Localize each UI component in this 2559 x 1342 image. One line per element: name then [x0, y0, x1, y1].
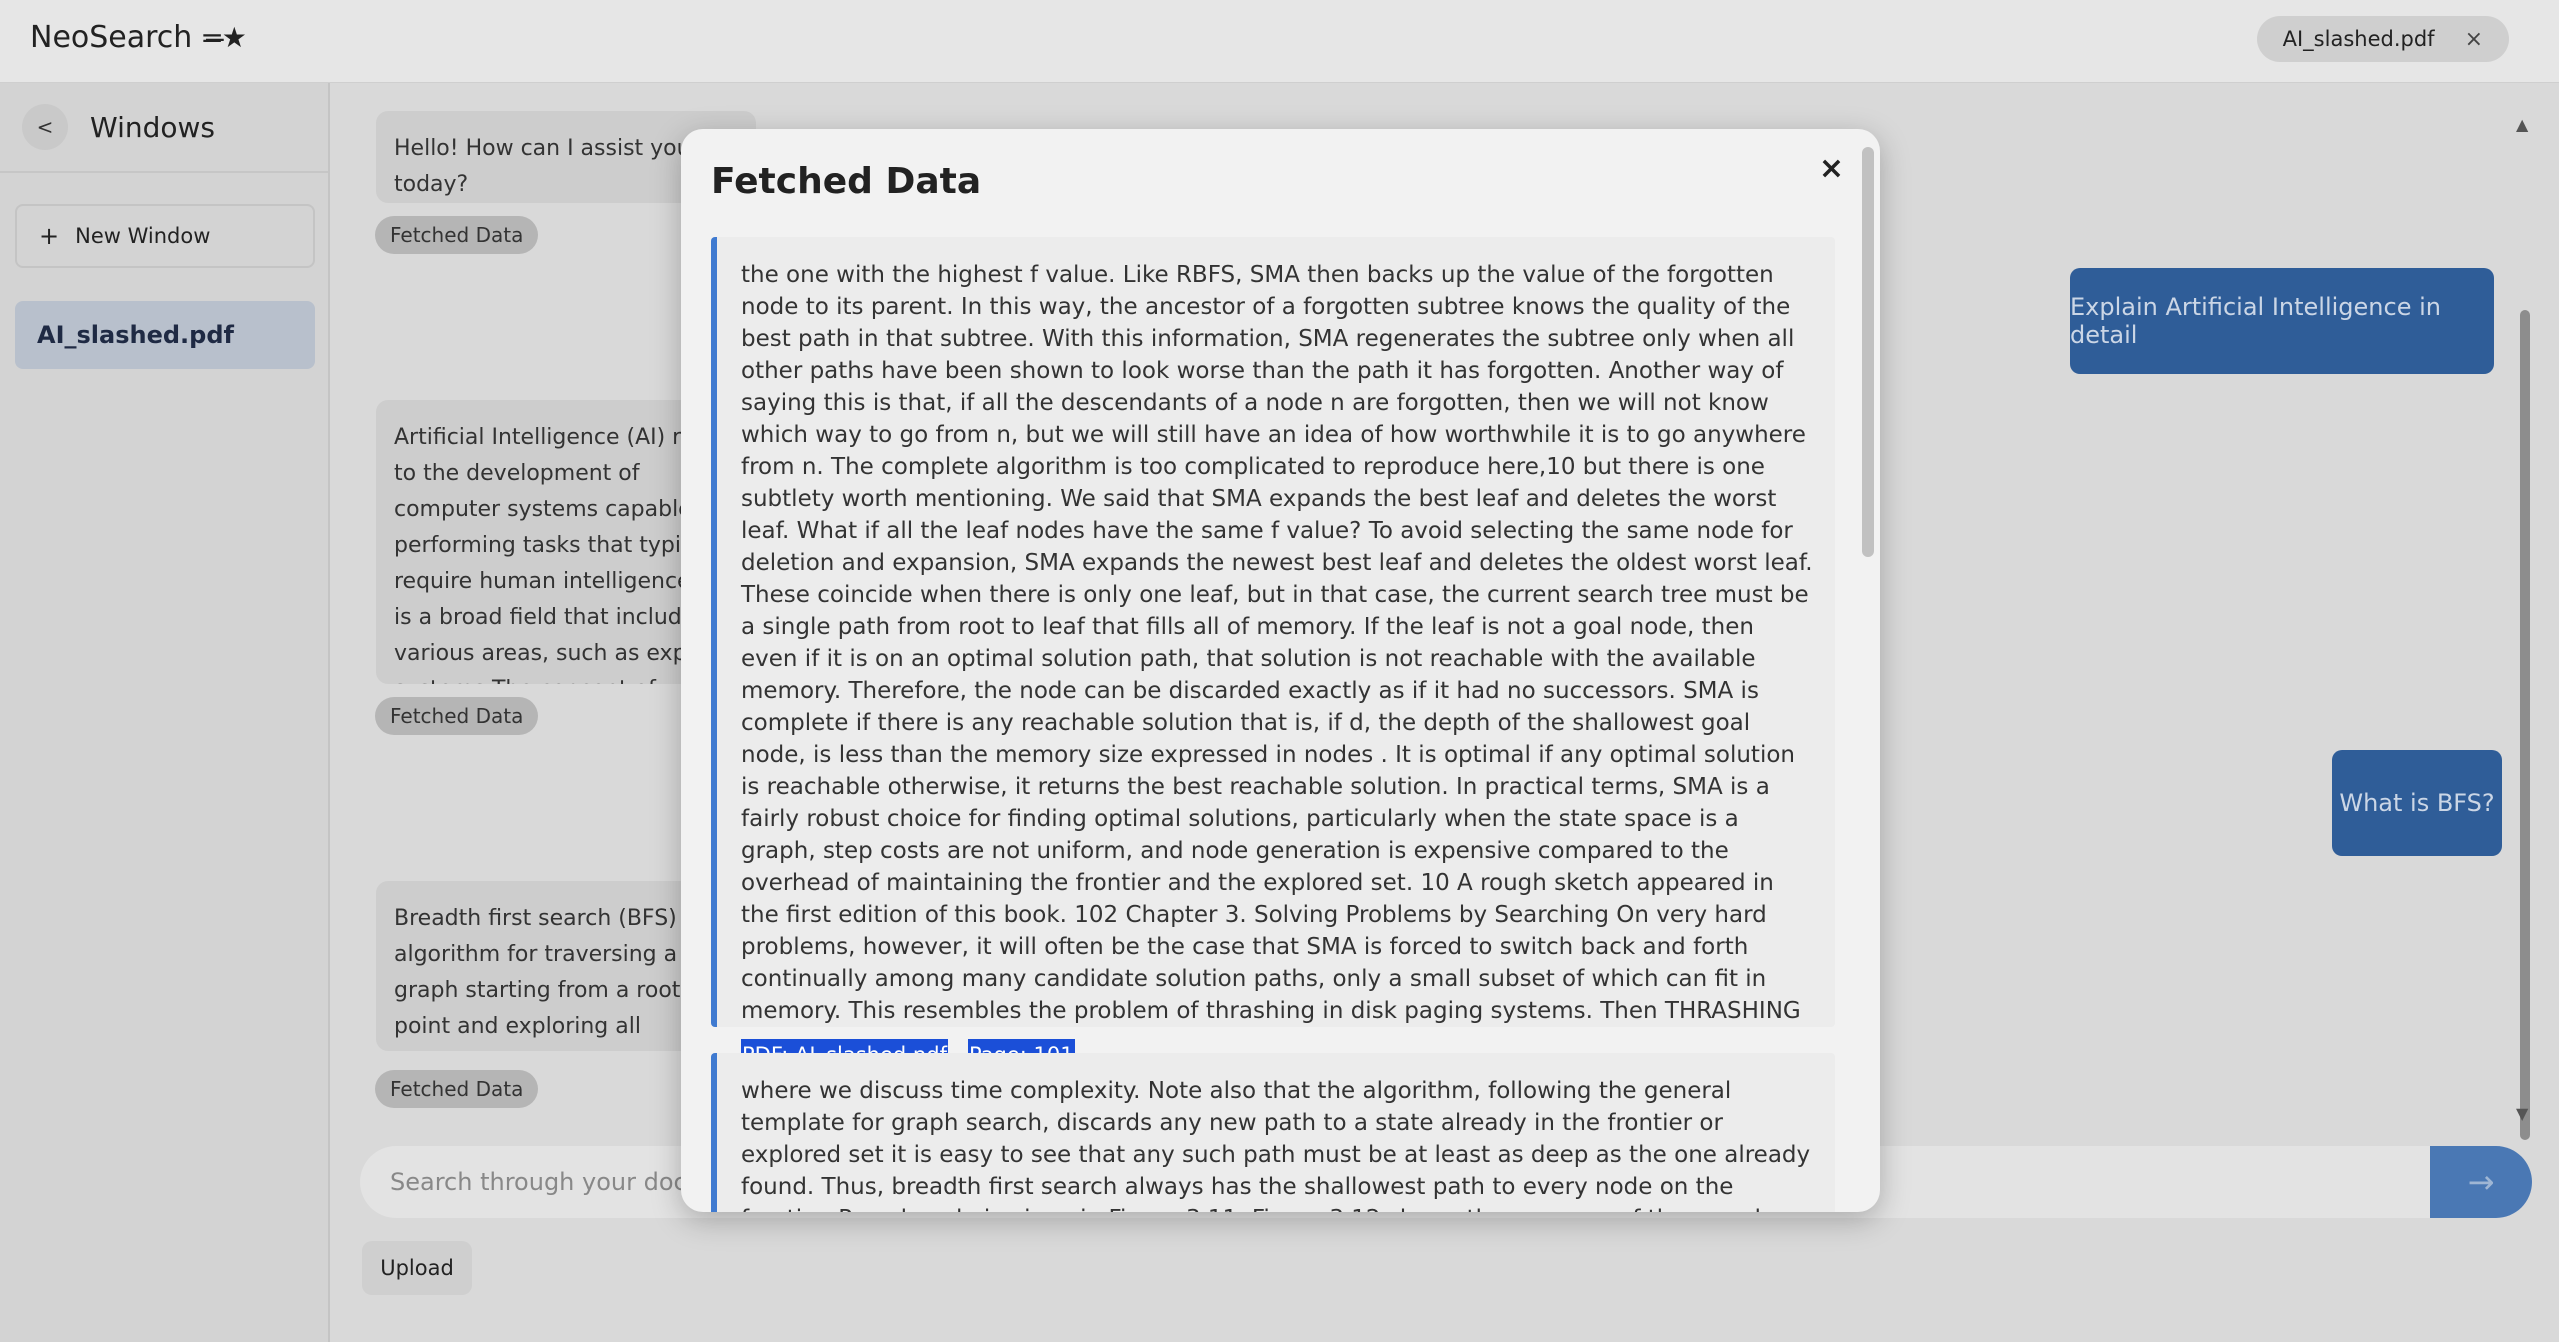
sidebar: < Windows + New Window AI_slashed.pdf	[0, 83, 330, 1342]
modal-title: Fetched Data	[711, 161, 982, 202]
scrollbar-thumb[interactable]	[2520, 310, 2530, 1140]
app-name: NeoSearch	[30, 20, 193, 55]
fetched-data-modal: Fetched Data × the one with the highest …	[681, 129, 1880, 1212]
scroll-down-icon[interactable]: ▼	[2516, 1104, 2528, 1123]
user-message: Explain Artificial Intelligence in detai…	[2070, 268, 2494, 374]
fetched-data-chip[interactable]: Fetched Data	[375, 697, 539, 735]
close-icon[interactable]: ×	[2465, 27, 2483, 52]
app-title: NeoSearch =̶★	[30, 20, 247, 55]
logo-icon: =̶★	[200, 21, 247, 54]
fetched-data-chip[interactable]: Fetched Data	[375, 216, 539, 254]
top-bar: NeoSearch =̶★ AI_slashed.pdf ×	[0, 0, 2559, 83]
new-window-button[interactable]: + New Window	[15, 204, 315, 268]
user-message: What is BFS?	[2332, 750, 2502, 856]
entry-text: where we discuss time complexity. Note a…	[741, 1078, 1811, 1212]
back-button[interactable]: <	[22, 104, 68, 150]
fetched-entry: where we discuss time complexity. Note a…	[711, 1053, 1835, 1212]
plus-icon: +	[39, 222, 60, 250]
upload-button[interactable]: Upload	[362, 1241, 472, 1295]
entry-text: the one with the highest f value. Like R…	[741, 262, 1813, 1024]
document-tab-label: AI_slashed.pdf	[2282, 27, 2435, 51]
new-window-label: New Window	[75, 224, 211, 248]
document-tab[interactable]: AI_slashed.pdf ×	[2256, 16, 2509, 62]
chat-scrollbar[interactable]: ▲ ▼	[2512, 115, 2536, 1140]
modal-scrollbar[interactable]	[1862, 147, 1874, 557]
sidebar-title: Windows	[90, 110, 215, 144]
send-button[interactable]: →	[2430, 1146, 2532, 1218]
scroll-up-icon[interactable]: ▲	[2516, 115, 2528, 134]
fetched-data-chip[interactable]: Fetched Data	[375, 1070, 539, 1108]
close-icon[interactable]: ×	[1819, 151, 1844, 186]
sidebar-item-ai-slashed[interactable]: AI_slashed.pdf	[15, 301, 315, 369]
sidebar-header: < Windows	[0, 83, 328, 173]
fetched-entry: the one with the highest f value. Like R…	[711, 237, 1835, 1071]
